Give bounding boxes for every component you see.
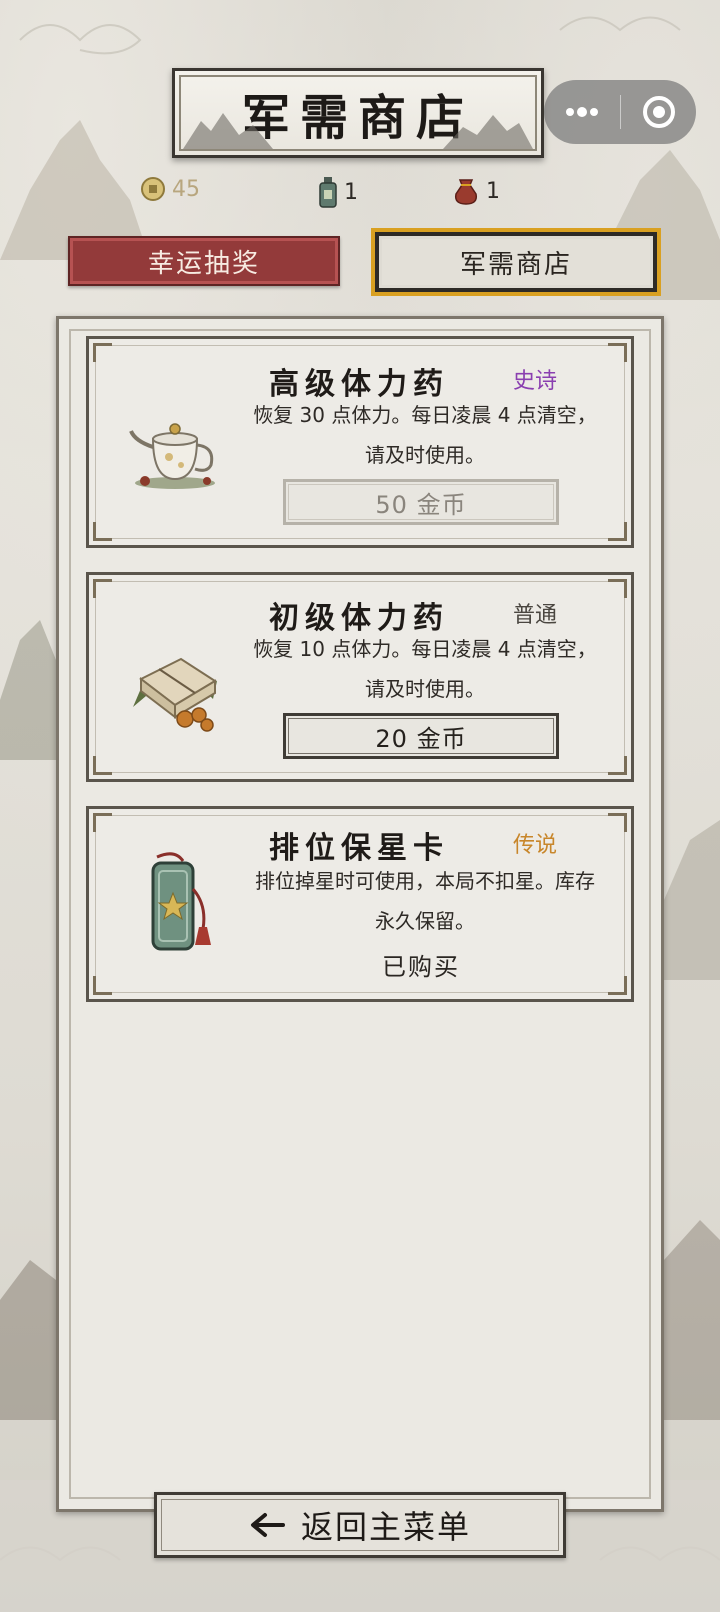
card-corner-ornament	[608, 579, 627, 598]
jade-token-icon	[151, 852, 211, 951]
tab-lucky-draw[interactable]: 幸运抽奖	[68, 236, 340, 286]
tab-military-shop[interactable]: 军需商店	[371, 228, 661, 296]
card-corner-ornament	[608, 813, 627, 832]
item-description: 恢复 30 点体力。每日凌晨 4 点清空，请及时使用。	[253, 403, 597, 467]
card-corner-ornament	[93, 579, 112, 598]
item-rarity: 史诗	[513, 369, 558, 394]
potion-bottle-icon	[319, 177, 337, 208]
gold-value: 45	[172, 176, 200, 202]
card-corner-ornament	[93, 522, 112, 541]
more-dots-icon	[566, 107, 598, 117]
card-corner-ornament	[608, 522, 627, 541]
buy-button[interactable]: 20 金币	[283, 713, 559, 759]
bag-counter: 1	[452, 176, 500, 206]
page-title-banner: 军需商店	[172, 68, 544, 158]
item-rarity: 传说	[513, 833, 558, 858]
purchased-status: 已购买	[382, 953, 460, 981]
potion-counter: 1	[318, 176, 358, 208]
card-corner-ornament	[608, 976, 627, 995]
shop-item-card: 初级体力药 普通 恢复 10 点体力。每日凌晨 4 点清空，请及时使用。 20 …	[86, 572, 634, 782]
card-corner-ornament	[93, 343, 112, 362]
more-menu-button[interactable]	[544, 80, 620, 144]
item-description: 恢复 10 点体力。每日凌晨 4 点清空，请及时使用。	[253, 637, 597, 701]
potion-value: 1	[344, 179, 358, 205]
gold-counter: 45	[140, 176, 200, 202]
card-corner-ornament	[93, 976, 112, 995]
resource-bar: 45 1 1	[0, 176, 720, 212]
miniprogram-capsule	[544, 80, 696, 144]
back-to-main-menu-button[interactable]: 返回主菜单	[154, 1492, 566, 1558]
gold-coin-icon	[141, 177, 165, 201]
target-circle-icon	[642, 96, 675, 128]
card-corner-ornament	[93, 813, 112, 832]
mountain-decoration-icon	[443, 115, 533, 149]
arrow-left-icon	[250, 1513, 285, 1537]
buy-button[interactable]: 50 金币	[283, 479, 559, 525]
shop-item-card: 高级体力药 史诗 恢复 30 点体力。每日凌晨 4 点清空，请及时使用。 50 …	[86, 336, 634, 548]
bag-value: 1	[486, 178, 500, 204]
card-corner-ornament	[93, 756, 112, 775]
herb-package-icon	[133, 657, 217, 732]
back-button-label: 返回主菜单	[300, 1508, 471, 1546]
card-corner-ornament	[608, 343, 627, 362]
page-title: 军需商店	[241, 90, 474, 146]
teapot-icon	[129, 423, 215, 489]
shop-item-card: 排位保星卡 传说 排位掉星时可使用，本局不扣星。库存永久保留。 已购买	[86, 806, 634, 1002]
card-corner-ornament	[608, 756, 627, 775]
item-description: 排位掉星时可使用，本局不扣星。库存永久保留。	[255, 869, 595, 933]
mountain-decoration-icon	[183, 113, 273, 149]
red-pouch-icon	[454, 179, 478, 205]
item-rarity: 普通	[513, 603, 558, 628]
close-miniprogram-button[interactable]	[621, 80, 696, 144]
